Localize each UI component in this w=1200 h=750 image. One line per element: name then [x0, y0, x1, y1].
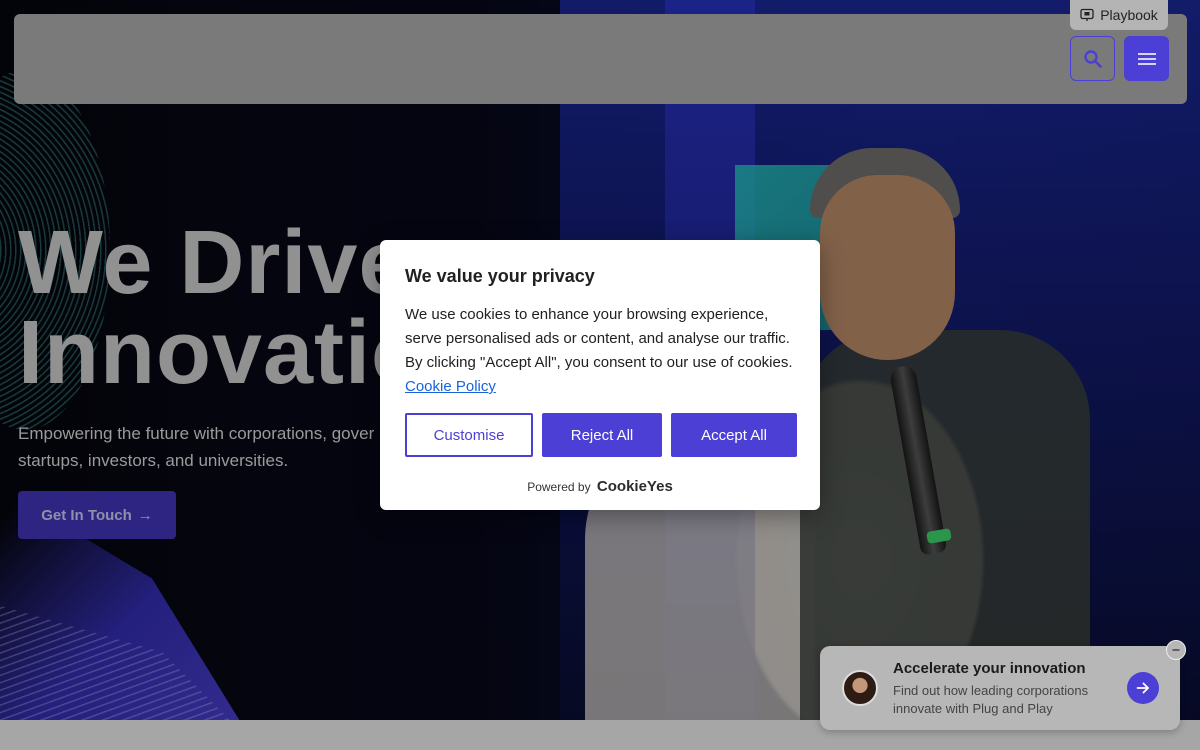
- cookie-consent-dialog: We value your privacy We use cookies to …: [380, 240, 820, 510]
- powered-by: Powered by CookieYes: [380, 478, 820, 495]
- avatar: [842, 670, 878, 706]
- reject-all-button[interactable]: Reject All: [542, 413, 662, 457]
- presentation-icon: [1080, 8, 1094, 21]
- customise-button[interactable]: Customise: [405, 413, 533, 457]
- innovation-chat-widget[interactable]: Accelerate your innovation Find out how …: [820, 646, 1180, 730]
- search-button[interactable]: [1070, 36, 1115, 81]
- minus-icon: [1172, 649, 1180, 651]
- chat-widget-title: Accelerate your innovation: [893, 660, 1086, 677]
- playbook-label: Playbook: [1100, 7, 1158, 23]
- arrow-right-icon: [1136, 682, 1149, 694]
- chat-widget-subtitle: Find out how leading corporations innova…: [893, 683, 1089, 716]
- menu-button[interactable]: [1124, 36, 1169, 81]
- search-icon: [1083, 49, 1102, 68]
- playbook-tab[interactable]: Playbook: [1070, 0, 1168, 30]
- cookie-actions: Customise Reject All Accept All: [405, 413, 797, 457]
- chat-widget-go-button[interactable]: [1127, 672, 1159, 704]
- cookieyes-logo: CookieYes: [596, 478, 673, 495]
- powered-by-label: Powered by: [527, 480, 591, 494]
- chat-widget-minimize-button[interactable]: [1166, 640, 1186, 660]
- cookie-body-text: We use cookies to enhance your browsing …: [405, 306, 793, 371]
- cookie-dialog-body: We use cookies to enhance your browsing …: [405, 303, 795, 399]
- cookie-policy-link[interactable]: Cookie Policy: [405, 378, 496, 395]
- accept-all-button[interactable]: Accept All: [671, 413, 797, 457]
- cookie-dialog-title: We value your privacy: [405, 266, 595, 286]
- hamburger-menu-icon: [1137, 52, 1156, 65]
